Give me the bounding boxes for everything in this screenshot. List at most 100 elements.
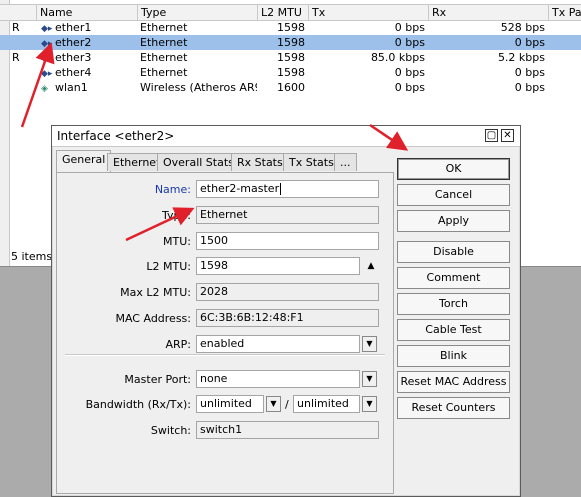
row-flag: [9, 35, 36, 50]
column-header-tx-packets[interactable]: Tx Pac: [548, 5, 581, 20]
row-name: ether2: [55, 36, 92, 49]
wireless-icon: ◈: [41, 84, 48, 94]
apply-button[interactable]: Apply: [397, 210, 510, 232]
tab-more[interactable]: ...: [334, 153, 357, 171]
cancel-button[interactable]: Cancel: [397, 184, 510, 206]
table-row[interactable]: ◈ wlan1 Wireless (Atheros AR9... 1600 0 b…: [0, 80, 581, 95]
max-l2mtu-label: Max L2 MTU:: [120, 286, 191, 299]
torch-button[interactable]: Torch: [397, 293, 510, 315]
mtu-field[interactable]: 1500: [196, 232, 379, 250]
row-name-cell: ◆▸ ether2: [38, 35, 137, 50]
l2mtu-field[interactable]: 1598: [196, 257, 360, 275]
name-label: Name:: [154, 183, 191, 196]
arp-select[interactable]: enabled: [196, 335, 360, 353]
row-name-cell: ◆▸ ether1: [38, 20, 137, 35]
row-l2mtu: 1598: [277, 66, 305, 79]
cable-test-button[interactable]: Cable Test: [397, 319, 510, 341]
name-value: ether2-master: [200, 182, 280, 195]
blink-button[interactable]: Blink: [397, 345, 510, 367]
switch-field: switch1: [196, 421, 379, 439]
column-header-name[interactable]: Name: [36, 5, 137, 20]
reset-mac-address-button[interactable]: Reset MAC Address: [397, 371, 510, 393]
dropdown-arrow-icon[interactable]: ▼: [362, 396, 377, 412]
name-field[interactable]: ether2-master: [196, 180, 379, 198]
bandwidth-tx-select[interactable]: unlimited: [293, 395, 360, 413]
ethernet-icon: ◆▸: [41, 24, 53, 34]
divider: [65, 354, 385, 356]
tab-tx-stats[interactable]: Tx Stats: [283, 153, 340, 171]
row-type: Ethernet: [140, 51, 188, 64]
master-port-label: Master Port:: [124, 373, 191, 386]
collapse-up-icon[interactable]: ▲: [365, 261, 377, 271]
table-row[interactable]: ◆▸ ether4 Ethernet 1598 0 bps 0 bps: [0, 65, 581, 80]
text-cursor: [280, 183, 282, 195]
general-panel: Name: ether2-master Type: Ethernet MTU: …: [56, 172, 394, 494]
row-type: Ethernet: [140, 21, 188, 34]
row-tx: 0 bps: [394, 66, 425, 79]
column-header-type[interactable]: Type: [137, 5, 257, 20]
dialog-tabs: General Ethernet Overall Stats Rx Stats …: [56, 150, 406, 173]
close-icon[interactable]: ✕: [501, 129, 514, 142]
master-port-select[interactable]: none: [196, 370, 360, 388]
row-tx: 0 bps: [394, 81, 425, 94]
tab-rx-stats[interactable]: Rx Stats: [231, 153, 289, 171]
mtu-label: MTU:: [163, 235, 191, 248]
row-name: ether1: [55, 21, 92, 34]
ethernet-icon: ◆▸: [41, 69, 53, 79]
disable-button[interactable]: Disable: [397, 241, 510, 263]
dialog-titlebar[interactable]: Interface <ether2> ▢ ✕: [52, 126, 520, 147]
row-tx: 85.0 kbps: [370, 51, 425, 64]
bandwidth-separator: /: [285, 398, 289, 411]
dropdown-arrow-icon[interactable]: ▼: [362, 336, 377, 352]
row-tx: 0 bps: [394, 21, 425, 34]
row-l2mtu: 1598: [277, 36, 305, 49]
tab-general[interactable]: General: [56, 150, 112, 173]
row-name-cell: ◈ wlan1: [38, 80, 137, 95]
row-type: Ethernet: [140, 66, 188, 79]
row-flag: [9, 80, 36, 95]
row-rx: 0 bps: [514, 66, 545, 79]
dropdown-arrow-icon[interactable]: ▼: [362, 371, 377, 387]
dropdown-arrow-icon[interactable]: ▼: [266, 396, 281, 412]
bandwidth-rx-select[interactable]: unlimited: [196, 395, 264, 413]
row-name: wlan1: [55, 81, 88, 94]
column-header-tx[interactable]: Tx: [308, 5, 428, 20]
dialog-title: Interface <ether2>: [57, 129, 175, 143]
comment-button[interactable]: Comment: [397, 267, 510, 289]
row-rx: 5.2 kbps: [497, 51, 545, 64]
row-rx: 528 bps: [500, 21, 545, 34]
switch-label: Switch:: [150, 424, 191, 437]
reset-counters-button[interactable]: Reset Counters: [397, 397, 510, 419]
row-rx: 0 bps: [514, 81, 545, 94]
row-name-cell: ◆▸ ether3: [38, 50, 137, 65]
row-type: Ethernet: [140, 36, 188, 49]
row-rx: 0 bps: [514, 36, 545, 49]
ethernet-icon: ◆▸: [41, 39, 53, 49]
row-name: ether3: [55, 51, 92, 64]
l2mtu-label: L2 MTU:: [146, 260, 191, 273]
row-l2mtu: 1598: [277, 51, 305, 64]
type-label: Type:: [162, 209, 191, 222]
table-row[interactable]: ◆▸ ether2 Ethernet 1598 0 bps 0 bps: [0, 35, 581, 50]
ethernet-icon: ◆▸: [41, 54, 53, 64]
arp-label: ARP:: [165, 338, 191, 351]
type-field: Ethernet: [196, 206, 379, 224]
row-flag: R: [12, 21, 20, 34]
row-l2mtu: 1600: [277, 81, 305, 94]
row-l2mtu: 1598: [277, 21, 305, 34]
mac-address-field: 6C:3B:6B:12:48:F1: [196, 309, 379, 327]
tab-overall-stats[interactable]: Overall Stats: [157, 153, 240, 171]
table-row[interactable]: R ◆▸ ether3 Ethernet 1598 85.0 kbps 5.2 k…: [0, 50, 581, 65]
interface-dialog: Interface <ether2> ▢ ✕ General Ethernet …: [51, 125, 521, 497]
column-header-rx[interactable]: Rx: [428, 5, 548, 20]
row-name: ether4: [55, 66, 92, 79]
row-type: Wireless (Atheros AR9...: [140, 81, 257, 94]
maximize-icon[interactable]: ▢: [485, 129, 498, 142]
row-tx: 0 bps: [394, 36, 425, 49]
table-row[interactable]: R ◆▸ ether1 Ethernet 1598 0 bps 528 bps: [0, 20, 581, 35]
row-flag: R: [12, 51, 20, 64]
column-header-l2mtu[interactable]: L2 MTU: [257, 5, 308, 20]
ok-button[interactable]: OK: [397, 158, 510, 180]
bandwidth-label: Bandwidth (Rx/Tx):: [85, 398, 191, 411]
row-name-cell: ◆▸ ether4: [38, 65, 137, 80]
